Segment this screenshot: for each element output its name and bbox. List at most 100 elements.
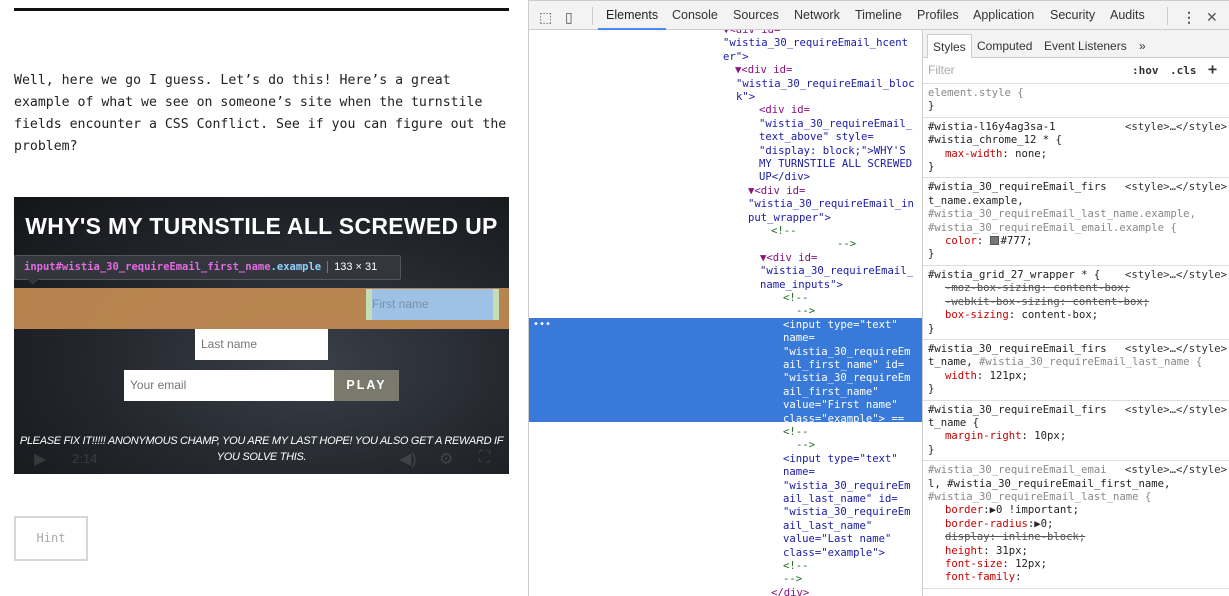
dom-node-line[interactable]: "wistia_30_requireEmail_	[759, 118, 912, 131]
style-property[interactable]: border-radius:▶0;	[928, 518, 1229, 531]
dom-node-line[interactable]: <!--	[783, 560, 809, 573]
dom-node-line[interactable]: <!--	[783, 292, 809, 305]
dom-node-line[interactable]: <!--	[771, 225, 797, 238]
style-property[interactable]: box-sizing: content-box;	[928, 309, 1229, 322]
selected-dom-node-line[interactable]: ail_first_name"	[783, 386, 879, 399]
more-tabs-icon[interactable]: »	[1139, 34, 1146, 58]
style-rule[interactable]: <style>…</style> #wistia_30_requireEmail…	[923, 340, 1229, 401]
tab-console[interactable]: Console	[672, 1, 718, 30]
dom-node-line[interactable]: "wistia_30_requireEmail_	[760, 265, 913, 278]
color-swatch[interactable]	[989, 236, 999, 246]
dom-node-line[interactable]: k">	[736, 91, 755, 104]
email-input[interactable]: Your email	[124, 370, 334, 401]
rule-source-link[interactable]: <style>…</style>	[1125, 404, 1227, 417]
tab-sources[interactable]: Sources	[733, 1, 779, 30]
tab-network[interactable]: Network	[794, 1, 840, 30]
dom-node-line[interactable]: <input type="text"	[783, 453, 898, 466]
dom-node-line[interactable]: -->	[837, 238, 856, 251]
dom-node-line[interactable]: -->	[796, 439, 815, 452]
dom-node-line[interactable]: ▼<div id=	[735, 64, 792, 77]
dom-node-line[interactable]: <!--	[783, 426, 809, 439]
dom-node-line[interactable]: <div id=	[759, 104, 810, 117]
overridden-property[interactable]: display: inline-block;	[928, 531, 1229, 544]
tab-audits[interactable]: Audits	[1110, 1, 1145, 30]
filter-input[interactable]: Filter	[928, 63, 955, 77]
tab-application[interactable]: Application	[973, 1, 1034, 30]
style-property[interactable]: height: 31px;	[928, 545, 1229, 558]
inspect-element-icon[interactable]: ⬚	[539, 9, 552, 26]
selected-dom-node-line[interactable]: <input type="text"	[783, 319, 898, 332]
dom-node-line[interactable]: ail_last_name" id=	[783, 493, 898, 506]
tab-timeline[interactable]: Timeline	[855, 1, 902, 30]
selected-dom-node-line[interactable]: "wistia_30_requireEm	[783, 346, 911, 359]
device-mode-icon[interactable]: ▯	[565, 9, 573, 26]
selected-dom-node-line[interactable]: "wistia_30_requireEm	[783, 372, 911, 385]
tab-styles[interactable]: Styles	[927, 34, 972, 58]
tab-profiles[interactable]: Profiles	[917, 1, 959, 30]
more-options-icon[interactable]: ⋮	[1182, 9, 1196, 26]
dom-node-line[interactable]: </div>	[771, 587, 809, 596]
selected-dom-node-line[interactable]: ail_first_name" id=	[783, 359, 904, 372]
dom-node-line[interactable]: ▼<div id=	[748, 185, 805, 198]
hint-button[interactable]: Hint	[14, 516, 88, 561]
dom-node-line[interactable]: put_wrapper">	[748, 212, 831, 225]
dom-node-line[interactable]: name=	[783, 466, 815, 479]
dom-node-line[interactable]: "wistia_30_requireEmail_in	[748, 198, 914, 211]
style-property[interactable]: border:▶0 !important;	[928, 504, 1229, 517]
dom-node-line[interactable]: er">	[723, 51, 749, 64]
dom-node-line[interactable]: ▼<div id=	[723, 30, 780, 37]
overridden-property[interactable]: -moz-box-sizing: content-box;	[928, 282, 1229, 295]
play-button[interactable]: PLAY	[334, 370, 399, 401]
rule-source-link[interactable]: <style>…</style>	[1125, 343, 1227, 356]
tab-elements[interactable]: Elements	[598, 1, 667, 30]
overridden-property[interactable]: -webkit-box-sizing: content-box;	[928, 296, 1229, 309]
dom-node-line[interactable]: "wistia_30_requireEm	[783, 506, 911, 519]
tab-security[interactable]: Security	[1050, 1, 1095, 30]
last-name-input[interactable]: Last name	[195, 329, 328, 360]
tab-computed[interactable]: Computed	[977, 34, 1032, 58]
dom-node-line[interactable]: ▼<div id=	[760, 252, 817, 265]
selected-dom-node-line[interactable]: class="example"> ==	[783, 413, 904, 426]
cls-toggle[interactable]: .cls	[1170, 64, 1197, 77]
video-player[interactable]: WHY'S MY TURNSTILE ALL SCREWED UP First …	[14, 197, 509, 474]
style-rule[interactable]: element.style { }	[923, 84, 1229, 118]
dom-node-line[interactable]: name_inputs">	[760, 279, 843, 292]
node-actions-icon[interactable]: •••	[533, 319, 551, 330]
dom-node-line[interactable]: ail_last_name"	[783, 520, 872, 533]
style-rule[interactable]: <style>…</style> #wistia_30_requireEmail…	[923, 401, 1229, 462]
dom-node-line[interactable]: -->	[796, 305, 815, 318]
elements-tree[interactable]: ••• ▼<div id= "wistia_30_requireEmail_hce…	[529, 30, 922, 596]
style-rule[interactable]: <style>…</style> #wistia-l16y4ag3sa-1 #w…	[923, 118, 1229, 179]
dom-node-line[interactable]: UP</div>	[759, 171, 810, 184]
dom-node-line[interactable]: text_above" style=	[759, 131, 874, 144]
dom-node-line[interactable]: "wistia_30_requireEmail_bloc	[736, 78, 915, 91]
style-rule[interactable]: <style>…</style> #wistia_30_requireEmail…	[923, 461, 1229, 589]
dom-node-line[interactable]: class="example">	[783, 547, 885, 560]
rule-source-link[interactable]: <style>…</style>	[1125, 464, 1227, 477]
style-property[interactable]: color: #777;	[928, 235, 1229, 248]
styles-filter[interactable]: Filter :hov .cls +	[923, 58, 1229, 84]
style-property[interactable]: max-width: none;	[928, 148, 1229, 161]
dom-node-line[interactable]: -->	[783, 573, 802, 586]
dom-node-line[interactable]: "wistia_30_requireEmail_hcent	[723, 37, 908, 50]
dom-node-line[interactable]: "display: block;">WHY'S	[759, 145, 906, 158]
first-name-input[interactable]: First name	[366, 289, 499, 320]
tab-event-listeners[interactable]: Event Listeners	[1044, 34, 1127, 58]
selected-dom-node-line[interactable]: name=	[783, 332, 815, 345]
style-rule[interactable]: <style>…</style> #wistia_30_requireEmail…	[923, 178, 1229, 266]
style-property[interactable]: width: 121px;	[928, 370, 1229, 383]
add-rule-icon[interactable]: +	[1208, 60, 1217, 78]
rule-source-link[interactable]: <style>…</style>	[1125, 269, 1227, 282]
style-rule[interactable]: <style>…</style> #wistia_grid_27_wrapper…	[923, 266, 1229, 340]
dom-node-line[interactable]: value="Last name"	[783, 533, 891, 546]
dom-node-line[interactable]: "wistia_30_requireEm	[783, 480, 911, 493]
rule-source-link[interactable]: <style>…</style>	[1125, 121, 1227, 134]
rule-source-link[interactable]: <style>…</style>	[1125, 181, 1227, 194]
style-property[interactable]: font-family:	[928, 571, 1229, 584]
selected-dom-node-line[interactable]: value="First name"	[783, 399, 898, 412]
hov-toggle[interactable]: :hov	[1132, 64, 1159, 77]
dom-node-line[interactable]: MY TURNSTILE ALL SCREWED	[759, 158, 912, 171]
close-icon[interactable]: ✕	[1206, 9, 1218, 26]
style-property[interactable]: font-size: 12px;	[928, 558, 1229, 571]
style-property[interactable]: margin-right: 10px;	[928, 430, 1229, 443]
